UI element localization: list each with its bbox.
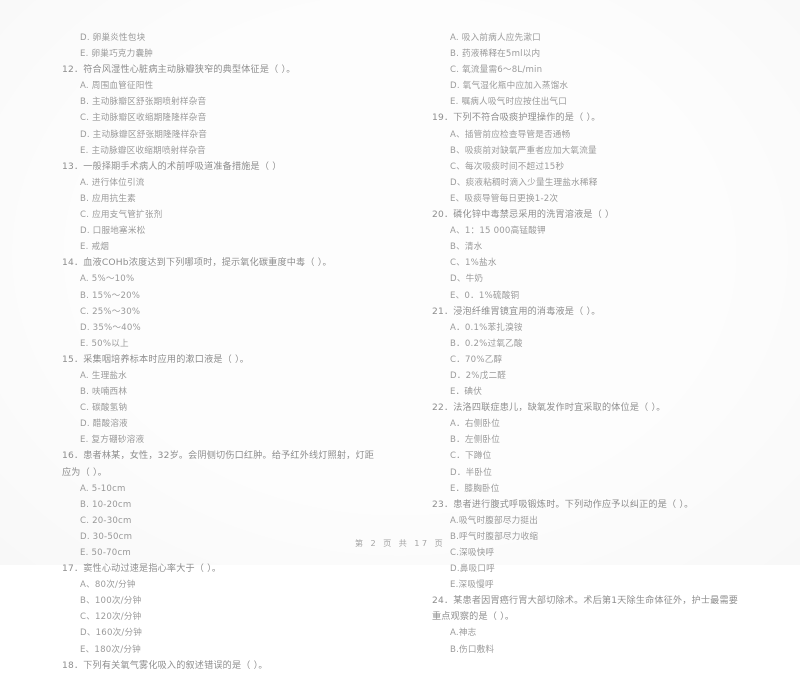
option-e[interactable]: E. 主动脉瓣区收缩期喷射样杂音: [62, 143, 378, 159]
option-b[interactable]: B. 15%～20%: [62, 288, 378, 304]
option-b[interactable]: B. 主动脉瓣区舒张期喷射样杂音: [62, 94, 378, 110]
option-c[interactable]: C. 应用支气管扩张剂: [62, 207, 378, 223]
question-14: 14．血液COHb浓度达到下列哪项时，提示氧化碳重度中毒（ ）。 A. 5%～1…: [62, 255, 378, 352]
option-d[interactable]: D. 35%～40%: [62, 320, 378, 336]
option-c[interactable]: C. 主动脉瓣区收缩期隆隆样杂音: [62, 110, 378, 126]
option-d[interactable]: D．2%戊二醛: [432, 368, 742, 384]
option-c[interactable]: C、每次吸痰时间不超过15秒: [432, 159, 742, 175]
option-d[interactable]: D、牛奶: [432, 271, 742, 287]
option-c[interactable]: C. 25%～30%: [62, 304, 378, 320]
option-d[interactable]: D. 主动脉瓣区舒张期隆隆样杂音: [62, 127, 378, 143]
question-stem: 13．一般择期手术病人的术前呼吸道准备措施是（ ）: [62, 161, 282, 172]
question-stem: 22．法洛四联症患儿，缺氧发作时宜采取的体位是（ ）。: [432, 403, 666, 414]
option-b[interactable]: B. 药液稀释在5ml以内: [432, 46, 742, 62]
question-21: 21．浸泡纤维胃镜宜用的消毒液是（ ）。 A．0.1%苯扎溴铵 B．0.2%过氧…: [432, 304, 742, 401]
option-a[interactable]: A、1：15 000高锰酸钾: [432, 223, 742, 239]
two-column-body: D. 卵巢炎性包块 E. 卵巢巧克力囊肿 12．符合风湿性心脏病主动脉瓣狭窄的典…: [0, 30, 800, 671]
option-b[interactable]: B、清水: [432, 239, 742, 255]
question-stem: 14．血液COHb浓度达到下列哪项时，提示氧化碳重度中毒（ ）。: [62, 258, 332, 269]
option-b[interactable]: B、100次/分钟: [62, 593, 378, 609]
option-d[interactable]: D.鼻吸口呼: [432, 561, 742, 577]
question-stem: 16．患者林某，女性，32岁。会阴侧切伤口红肿。给予红外线灯照射，灯距应为（ ）…: [62, 451, 375, 478]
option-c[interactable]: C．70%乙醇: [432, 352, 742, 368]
question-stem: 24．某患者因胃癌行胃大部切除术。术后第1天除生命体征外，护士最需要重点观察的是…: [432, 596, 739, 623]
question-18: 18．下列有关氧气雾化吸入的叙述错误的是（ ）。: [62, 658, 378, 674]
question-13: 13．一般择期手术病人的术前呼吸道准备措施是（ ） A. 进行体位引流 B. 应…: [62, 159, 378, 256]
option-a[interactable]: A. 进行体位引流: [62, 175, 378, 191]
question-17: 17．窦性心动过速是指心率大于（ ）。 A、80次/分钟 B、100次/分钟 C…: [62, 561, 378, 658]
option-c[interactable]: C、120次/分钟: [62, 609, 378, 625]
question-19: 19．下列不符合吸痰护理操作的是（ ）。 A、插管前应检查导管是否通畅 B、吸痰…: [432, 110, 742, 207]
option-c[interactable]: C. 氧流量需6～8L/min: [432, 62, 742, 78]
question-24: 24．某患者因胃癌行胃大部切除术。术后第1天除生命体征外，护士最需要重点观察的是…: [432, 593, 742, 657]
option-e[interactable]: E. 戒烟: [62, 239, 378, 255]
option-a[interactable]: A. 生理盐水: [62, 368, 378, 384]
carryover-option: E. 卵巢巧克力囊肿: [80, 49, 154, 60]
page-footer: 第 2 页 共 17 页: [354, 538, 446, 548]
option-e[interactable]: E.深吸慢呼: [432, 577, 742, 593]
option-a[interactable]: A、插管前应检查导管是否通畅: [432, 127, 742, 143]
option-c[interactable]: C、1%盐水: [432, 255, 742, 271]
question-20: 20．磷化锌中毒禁忌采用的洗胃溶液是（ ） A、1：15 000高锰酸钾 B、清…: [432, 207, 742, 304]
carryover-option: D. 卵巢炎性包块: [80, 33, 146, 43]
exam-page: D. 卵巢炎性包块 E. 卵巢巧克力囊肿 12．符合风湿性心脏病主动脉瓣狭窄的典…: [0, 0, 800, 671]
question-22: 22．法洛四联症患儿，缺氧发作时宜采取的体位是（ ）。 A．右侧卧位 B．左侧卧…: [432, 400, 742, 497]
option-e[interactable]: E. 50%以上: [62, 336, 378, 352]
option-a[interactable]: A.吸气时腹部尽力挺出: [432, 513, 742, 529]
question-stem: 20．磷化锌中毒禁忌采用的洗胃溶液是（ ）: [432, 210, 615, 221]
question-12: 12．符合风湿性心脏病主动脉瓣狭窄的典型体征是（ ）。 A. 周围血管征阳性 B…: [62, 62, 378, 159]
option-d[interactable]: D. 口服地塞米松: [62, 223, 378, 239]
option-b[interactable]: B. 应用抗生素: [62, 191, 378, 207]
option-d[interactable]: D、160次/分钟: [62, 625, 378, 641]
question-stem: 12．符合风湿性心脏病主动脉瓣狭窄的典型体征是（ ）。: [62, 65, 296, 76]
option-b[interactable]: B．0.2%过氧乙酸: [432, 336, 742, 352]
option-c[interactable]: C. 碳酸氢钠: [62, 400, 378, 416]
option-a[interactable]: A、80次/分钟: [62, 577, 378, 593]
option-b[interactable]: B．左侧卧位: [432, 432, 742, 448]
right-column: A. 吸入前病人应先漱口 B. 药液稀释在5ml以内 C. 氧流量需6～8L/m…: [400, 30, 800, 655]
option-e[interactable]: E、吸痰导管每日更换1-2次: [432, 191, 742, 207]
option-d[interactable]: D、痰液粘稠时滴入少量生理盐水稀释: [432, 175, 742, 191]
option-b[interactable]: B、吸痰前对缺氧严重者应加大氧流量: [432, 143, 742, 159]
option-a[interactable]: A.神志: [432, 625, 742, 641]
option-e[interactable]: E、0．1%硫酸铜: [432, 288, 742, 304]
question-stem: 23．患者进行腹式呼吸锻炼时。下列动作应予以纠正的是（ ）。: [432, 499, 694, 510]
option-b[interactable]: B. 10-20cm: [62, 497, 378, 513]
option-c[interactable]: C．下蹲位: [432, 448, 742, 464]
option-b[interactable]: B. 呋喃西林: [62, 384, 378, 400]
option-a[interactable]: A. 5%～10%: [62, 271, 378, 287]
option-d[interactable]: D. 氧气湿化瓶中应加入蒸馏水: [432, 78, 742, 94]
question-15: 15．采集咽培养标本时应用的漱口液是（ ）。 A. 生理盐水 B. 呋喃西林 C…: [62, 352, 378, 449]
option-a[interactable]: A. 5-10cm: [62, 481, 378, 497]
option-e[interactable]: E. 嘱病人吸气时应按住出气口: [432, 94, 742, 110]
option-e[interactable]: E、180次/分钟: [62, 642, 378, 658]
option-d[interactable]: D．半卧位: [432, 465, 742, 481]
option-c[interactable]: C. 20-30cm: [62, 513, 378, 529]
option-a[interactable]: A．右侧卧位: [432, 416, 742, 432]
option-a[interactable]: A．0.1%苯扎溴铵: [432, 320, 742, 336]
option-d[interactable]: D. 醋酸溶液: [62, 416, 378, 432]
question-stem: 21．浸泡纤维胃镜宜用的消毒液是（ ）。: [432, 306, 601, 317]
left-column: D. 卵巢炎性包块 E. 卵巢巧克力囊肿 12．符合风湿性心脏病主动脉瓣狭窄的典…: [0, 30, 400, 671]
option-e[interactable]: E. 复方硼砂溶液: [62, 432, 378, 448]
option-a[interactable]: A. 周围血管征阳性: [62, 78, 378, 94]
option-b[interactable]: B.伤口敷料: [432, 642, 742, 658]
question-stem: 15．采集咽培养标本时应用的漱口液是（ ）。: [62, 354, 250, 365]
question-stem: 19．下列不符合吸痰护理操作的是（ ）。: [432, 113, 601, 124]
option-e[interactable]: E．膝胸卧位: [432, 481, 742, 497]
option-a[interactable]: A. 吸入前病人应先漱口: [432, 30, 742, 46]
question-stem: 18．下列有关氧气雾化吸入的叙述错误的是（ ）。: [62, 660, 268, 671]
question-stem: 17．窦性心动过速是指心率大于（ ）。: [62, 564, 222, 575]
option-e[interactable]: E．碘伏: [432, 384, 742, 400]
